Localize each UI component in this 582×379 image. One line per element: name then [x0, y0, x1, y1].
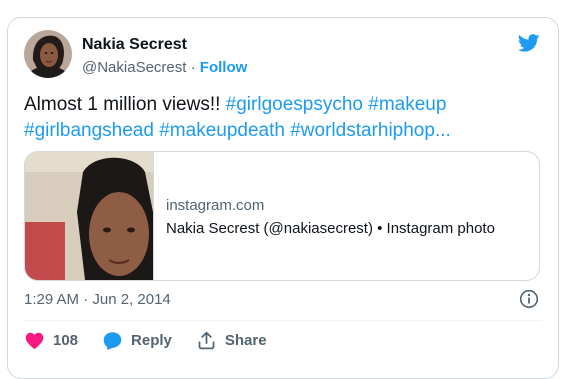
- author-handle[interactable]: @NakiaSecrest: [82, 59, 186, 76]
- link-preview-card[interactable]: instagram.com Nakia Secrest (@nakiasecre…: [24, 151, 540, 281]
- separator: ·: [190, 59, 196, 76]
- tweet-text: Almost 1 million views!! #girlgoespsycho…: [24, 92, 544, 144]
- link-domain: instagram.com: [166, 197, 265, 214]
- reply-label: Reply: [131, 331, 172, 349]
- link-thumbnail: [25, 152, 154, 280]
- tweet-body: Almost 1 million views!!: [24, 94, 226, 115]
- author-handle-row: @NakiaSecrest · Follow: [82, 58, 247, 78]
- link-title: Nakia Secrest (@nakiasecrest) • Instagra…: [166, 220, 495, 237]
- hashtag-link[interactable]: #girlbangshead: [24, 120, 154, 141]
- info-icon[interactable]: [519, 289, 539, 309]
- share-icon: [198, 331, 215, 349]
- follow-button[interactable]: Follow: [200, 59, 248, 76]
- hashtag-link[interactable]: #worldstarhiphop: [290, 120, 435, 141]
- share-label: Share: [224, 331, 267, 349]
- twitter-bird-icon[interactable]: [516, 32, 542, 54]
- share-button[interactable]: Share: [196, 330, 267, 351]
- divider: [24, 320, 542, 321]
- hashtag-link[interactable]: #makeup: [368, 94, 446, 115]
- like-count: 108: [53, 331, 79, 349]
- hashtag-link[interactable]: #makeupdeath: [159, 120, 285, 141]
- reply-button[interactable]: Reply: [102, 330, 172, 351]
- ellipsis[interactable]: ...: [435, 120, 451, 141]
- avatar[interactable]: [24, 30, 72, 78]
- tweet-card: Nakia Secrest @NakiaSecrest · Follow Alm…: [7, 17, 559, 379]
- reply-icon: [103, 331, 122, 350]
- hashtag-link[interactable]: #girlgoespsycho: [226, 94, 363, 115]
- timestamp[interactable]: 1:29 AM · Jun 2, 2014: [24, 291, 171, 308]
- action-bar: 108 Reply Share: [24, 329, 291, 351]
- author-name[interactable]: Nakia Secrest: [82, 35, 187, 55]
- heart-icon: [25, 332, 44, 349]
- like-button[interactable]: 108: [24, 330, 78, 351]
